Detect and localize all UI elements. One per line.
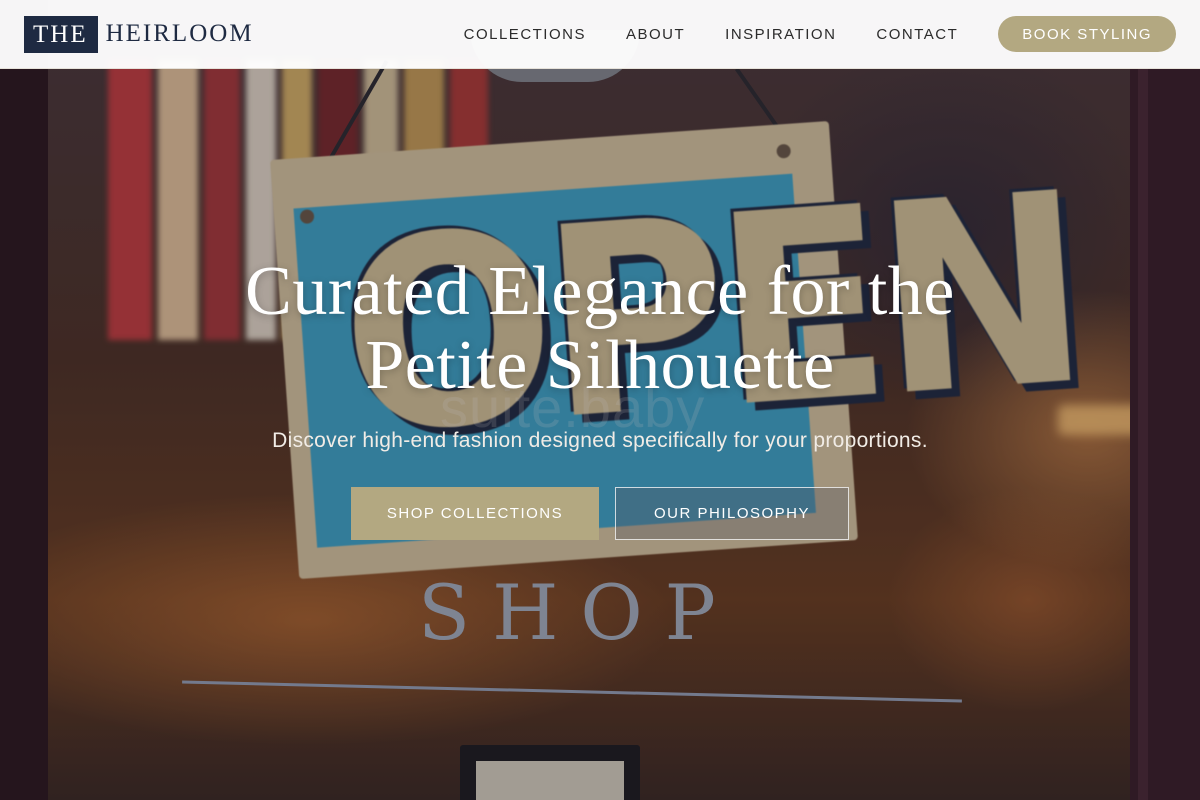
hero-headline-line2: Petite Silhouette bbox=[365, 327, 835, 404]
our-philosophy-button[interactable]: OUR PHILOSOPHY bbox=[615, 487, 849, 540]
logo-wordmark: HEIRLOOM bbox=[105, 20, 254, 47]
logo-box: THE bbox=[24, 15, 98, 53]
nav-link-about[interactable]: ABOUT bbox=[626, 26, 685, 43]
hero-headline-line1: Curated Elegance for the bbox=[245, 253, 955, 330]
nav-link-collections[interactable]: COLLECTIONS bbox=[464, 26, 586, 43]
book-styling-button[interactable]: BOOK STYLING bbox=[998, 16, 1176, 52]
shop-collections-button[interactable]: SHOP COLLECTIONS bbox=[351, 487, 599, 540]
hero-button-row: SHOP COLLECTIONS OUR PHILOSOPHY bbox=[0, 487, 1200, 540]
site-header: THE HEIRLOOM COLLECTIONS ABOUT INSPIRATI… bbox=[0, 0, 1200, 69]
nav-link-inspiration[interactable]: INSPIRATION bbox=[725, 26, 836, 43]
logo[interactable]: THE HEIRLOOM bbox=[24, 15, 254, 53]
hero-content: Curated Elegance for the Petite Silhouet… bbox=[0, 255, 1200, 540]
hero-headline: Curated Elegance for the Petite Silhouet… bbox=[0, 255, 1200, 403]
nav-link-contact[interactable]: CONTACT bbox=[876, 26, 958, 43]
main-nav: COLLECTIONS ABOUT INSPIRATION CONTACT BO… bbox=[464, 16, 1176, 52]
hero-subheadline: Discover high-end fashion designed speci… bbox=[272, 429, 928, 452]
